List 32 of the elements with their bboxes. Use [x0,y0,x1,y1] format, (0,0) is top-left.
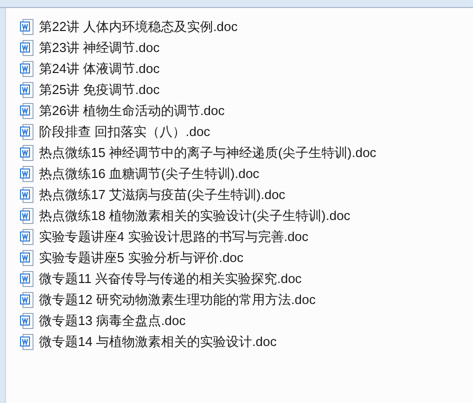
word-document-icon [20,250,34,266]
word-document-icon [20,270,34,286]
file-name[interactable]: 实验专题讲座4 实验设计思路的书写与完善.doc [39,230,308,243]
word-document-icon [20,124,34,140]
file-name[interactable]: 阶段排查 回扣落实（八）.doc [39,125,210,138]
word-document-icon [20,312,34,328]
file-name[interactable]: 第22讲 人体内环境稳态及实例.doc [39,20,238,33]
file-name[interactable]: 微专题11 兴奋传导与传递的相关实验探究.doc [39,272,302,285]
word-document-icon [20,40,34,56]
word-document-icon [20,334,34,350]
file-name[interactable]: 微专题14 与植物激素相关的实验设计.doc [39,335,277,348]
file-name[interactable]: 热点微练17 艾滋病与疫苗(尖子生特训).doc [39,188,286,201]
file-name[interactable]: 热点微练15 神经调节中的离子与神经递质(尖子生特训).doc [39,146,376,159]
word-document-icon [20,102,34,118]
file-name[interactable]: 热点微练16 血糖调节(尖子生特训).doc [39,167,260,180]
word-document-icon [20,166,34,182]
file-name[interactable]: 微专题13 病毒全盘点.doc [39,314,186,327]
file-name[interactable]: 第26讲 植物生命活动的调节.doc [39,104,225,117]
word-document-icon [20,186,34,202]
file-name[interactable]: 实验专题讲座5 实验分析与评价.doc [39,251,244,264]
file-name[interactable]: 热点微练18 植物激素相关的实验设计(尖子生特训).doc [39,209,350,222]
word-document-icon [20,82,34,98]
file-name[interactable]: 微专题12 研究动物激素生理功能的常用方法.doc [39,293,316,306]
word-document-icon [20,144,34,160]
word-document-icon [20,208,34,224]
word-document-icon [20,292,34,308]
word-document-icon [20,228,34,244]
word-document-icon [20,60,34,76]
file-name[interactable]: 第25讲 免疫调节.doc [39,83,160,96]
file-name[interactable]: 第23讲 神经调节.doc [39,41,160,54]
word-document-icon [20,18,34,34]
file-name[interactable]: 第24讲 体液调节.doc [39,62,160,75]
